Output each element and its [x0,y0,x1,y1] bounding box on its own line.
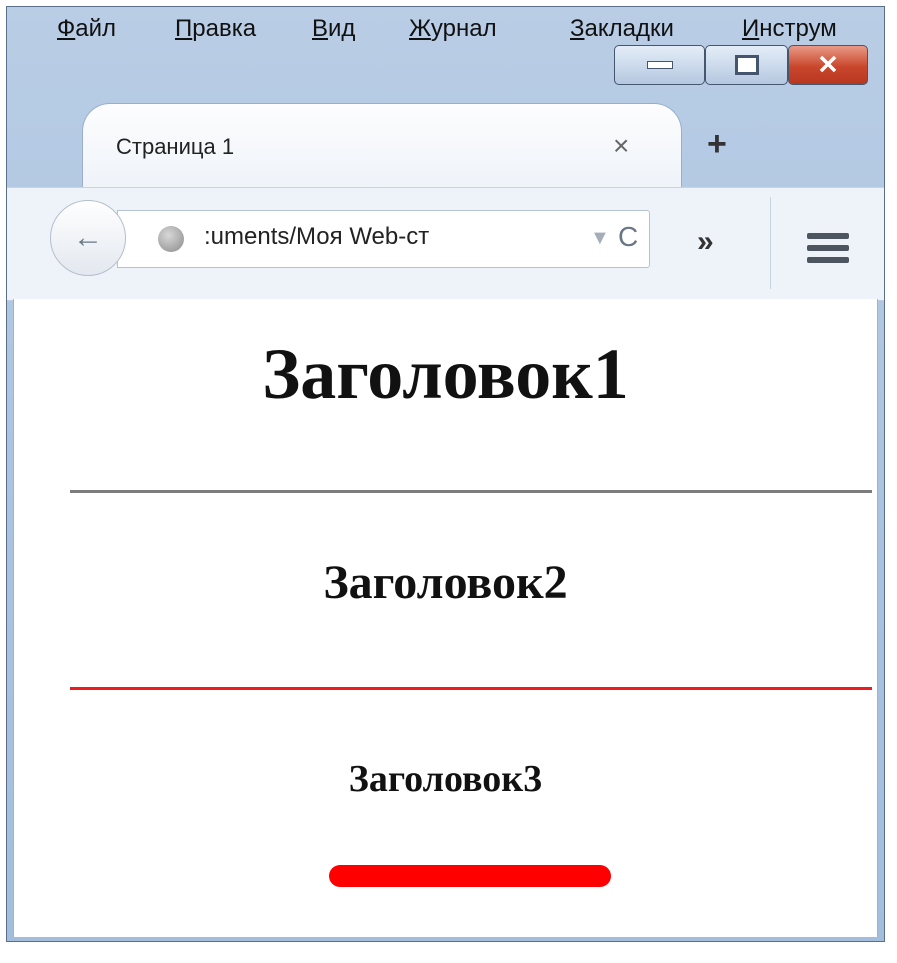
menu-bookmarks[interactable]: Закладки [570,15,674,43]
dropdown-icon[interactable]: ▼ [590,227,610,250]
hamburger-menu-icon[interactable] [807,233,849,269]
back-button[interactable]: ← [50,200,126,276]
browser-window: Файл Правка Вид Журнал Закладки Инструм … [6,6,885,942]
menu-file[interactable]: Файл [57,15,116,43]
tab-close-icon[interactable]: × [613,130,629,162]
toolbar-divider [770,197,771,289]
horizontal-rule-gray [70,490,872,493]
back-arrow-icon: ← [73,221,103,254]
heading-2: Заголовок2 [323,556,568,609]
menu-edit[interactable]: Правка [175,15,256,43]
reload-icon[interactable]: C [618,221,638,253]
url-text: :uments/Моя Web-ст [204,223,430,250]
horizontal-rule-thick-red [329,865,611,887]
maximize-button[interactable] [705,45,788,85]
maximize-icon [734,55,759,75]
tab-page-1[interactable]: Страница 1 × [82,103,682,191]
new-tab-button[interactable]: + [707,125,727,164]
close-icon: ✕ [817,49,839,80]
menu-tools[interactable]: Инструм [742,15,837,43]
horizontal-rule-red [70,687,872,690]
globe-icon [158,226,184,252]
overflow-icon[interactable]: » [697,225,714,259]
menu-view[interactable]: Вид [312,15,355,43]
tab-title: Страница 1 [116,134,235,159]
minimize-icon [646,61,673,69]
minimize-button[interactable] [614,45,705,85]
close-window-button[interactable]: ✕ [788,45,868,85]
menu-history[interactable]: Журнал [409,15,497,43]
url-bar[interactable]: :uments/Моя Web-ст ▼ C [117,210,650,268]
heading-3: Заголовок3 [348,758,543,800]
heading-1: Заголовок1 [262,334,629,414]
page-content: Заголовок1 Заголовок2 Заголовок3 [13,299,878,937]
